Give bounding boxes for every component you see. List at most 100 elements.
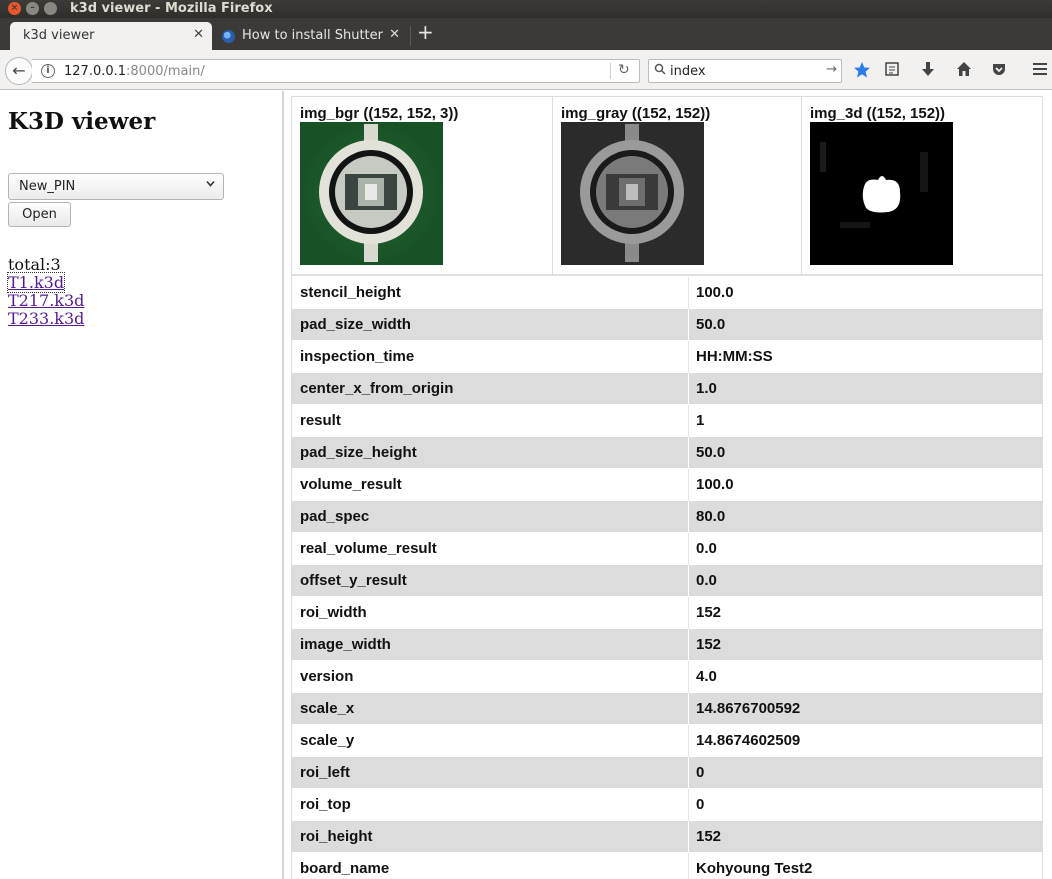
row-key: volume_result	[300, 476, 402, 493]
reload-icon[interactable]: ↻	[618, 62, 630, 78]
open-button[interactable]: Open	[8, 202, 71, 227]
row-divider	[688, 757, 689, 789]
search-go-icon[interactable]: →	[826, 62, 837, 77]
row-value: 0.0	[696, 540, 717, 557]
url-bar[interactable]: i 127.0.0.1:8000/main/ ↻	[32, 59, 640, 83]
gray-image	[561, 122, 704, 265]
row-key: inspection_time	[300, 348, 415, 365]
close-icon[interactable]: ✕	[389, 27, 400, 42]
tab-label: How to install Shutter	[242, 28, 383, 43]
image-cell-gray: img_gray ((152, 152))	[553, 97, 802, 276]
search-input[interactable]	[670, 64, 820, 79]
select-value: New_PIN	[19, 179, 76, 194]
row-divider	[688, 341, 689, 373]
row-divider	[688, 437, 689, 469]
table-row: inspection_time HH:MM:SS	[292, 341, 1042, 373]
row-value: 0	[696, 796, 705, 813]
row-value: 152	[696, 636, 722, 653]
row-divider	[688, 565, 689, 597]
image-label: img_3d ((152, 152))	[810, 105, 946, 122]
row-divider	[688, 821, 689, 853]
row-divider	[688, 405, 689, 437]
window-close-button[interactable]: ×	[8, 2, 21, 15]
row-divider	[688, 277, 689, 309]
file-type-select[interactable]: New_PIN	[8, 173, 224, 200]
favicon-icon	[222, 30, 235, 43]
row-key: version	[300, 668, 354, 685]
tab-install-shutter[interactable]: How to install Shutter ✕	[214, 22, 408, 50]
pocket-icon[interactable]	[989, 61, 1009, 81]
row-key: pad_spec	[300, 508, 370, 525]
close-icon[interactable]: ✕	[193, 27, 204, 42]
main-content: img_bgr ((152, 152, 3)) img_gray ((152, …	[291, 96, 1043, 879]
table-row: board_name Kohyoung Test2	[292, 853, 1042, 879]
window-maximize-button[interactable]	[44, 2, 57, 15]
3d-image	[810, 122, 953, 265]
row-divider	[688, 373, 689, 405]
row-key: pad_size_width	[300, 316, 411, 333]
row-key: stencil_height	[300, 284, 401, 301]
bgr-image	[300, 122, 443, 265]
table-row: scale_x 14.8676700592	[292, 693, 1042, 725]
row-value: 0	[696, 764, 705, 781]
home-icon[interactable]	[954, 61, 974, 81]
navigation-bar: ← i 127.0.0.1:8000/main/ ↻ →	[0, 50, 1052, 90]
row-key: roi_left	[300, 764, 351, 781]
table-row: volume_result 100.0	[292, 469, 1042, 501]
back-arrow-icon[interactable]: ←	[5, 57, 33, 85]
row-divider	[688, 789, 689, 821]
tab-strip: k3d viewer ✕ How to install Shutter ✕	[0, 18, 1052, 50]
url-divider	[610, 63, 611, 79]
row-key: real_volume_result	[300, 540, 437, 557]
info-icon[interactable]: i	[41, 64, 55, 78]
reading-list-icon[interactable]	[882, 61, 902, 81]
table-row: result 1	[292, 405, 1042, 437]
file-count: total:3	[8, 255, 61, 274]
table-row: center_x_from_origin 1.0	[292, 373, 1042, 405]
row-key: scale_y	[300, 732, 355, 749]
table-row: roi_left 0	[292, 757, 1042, 789]
url-text[interactable]: 127.0.0.1:8000/main/	[64, 64, 205, 79]
table-row: pad_spec 80.0	[292, 501, 1042, 533]
file-link[interactable]: T217.k3d	[8, 291, 84, 310]
row-key: pad_size_height	[300, 444, 417, 461]
page-title: K3D viewer	[8, 108, 156, 135]
tab-k3d-viewer[interactable]: k3d viewer ✕	[10, 22, 212, 50]
table-row: roi_width 152	[292, 597, 1042, 629]
row-value: 152	[696, 604, 722, 621]
url-path: :8000/main/	[126, 64, 205, 79]
new-tab-button[interactable]: +	[417, 22, 434, 42]
row-divider	[688, 501, 689, 533]
window-titlebar: × – k3d viewer - Mozilla Firefox	[0, 0, 1052, 18]
bookmark-star-icon[interactable]	[852, 61, 872, 83]
row-divider	[688, 469, 689, 501]
table-row: real_volume_result 0.0	[292, 533, 1042, 565]
row-value: Kohyoung Test2	[696, 860, 813, 877]
chevron-down-icon	[205, 178, 216, 192]
row-value: 1	[696, 412, 705, 429]
menu-icon[interactable]	[1030, 61, 1050, 81]
file-link[interactable]: T1.k3d	[6, 272, 66, 293]
row-divider	[688, 597, 689, 629]
row-divider	[688, 309, 689, 341]
properties-table: stencil_height 100.0 pad_size_width 50.0 ins…	[292, 277, 1042, 879]
row-divider	[688, 693, 689, 725]
table-row: pad_size_width 50.0	[292, 309, 1042, 341]
download-icon[interactable]	[918, 61, 938, 81]
image-row: img_bgr ((152, 152, 3)) img_gray ((152, …	[292, 97, 1042, 276]
row-value: 0.0	[696, 572, 717, 589]
search-bar[interactable]: →	[648, 59, 842, 83]
file-link[interactable]: T233.k3d	[8, 309, 84, 328]
row-key: roi_top	[300, 796, 351, 813]
row-value: 100.0	[696, 476, 734, 493]
row-divider	[688, 533, 689, 565]
row-key: scale_x	[300, 700, 355, 717]
row-value: 50.0	[696, 316, 726, 333]
table-row: version 4.0	[292, 661, 1042, 693]
row-value: 14.8674602509	[696, 732, 801, 749]
table-row: image_width 152	[292, 629, 1042, 661]
row-key: center_x_from_origin	[300, 380, 454, 397]
tab-divider	[410, 26, 411, 46]
window-minimize-button[interactable]: –	[26, 2, 39, 15]
table-row: offset_y_result 0.0	[292, 565, 1042, 597]
